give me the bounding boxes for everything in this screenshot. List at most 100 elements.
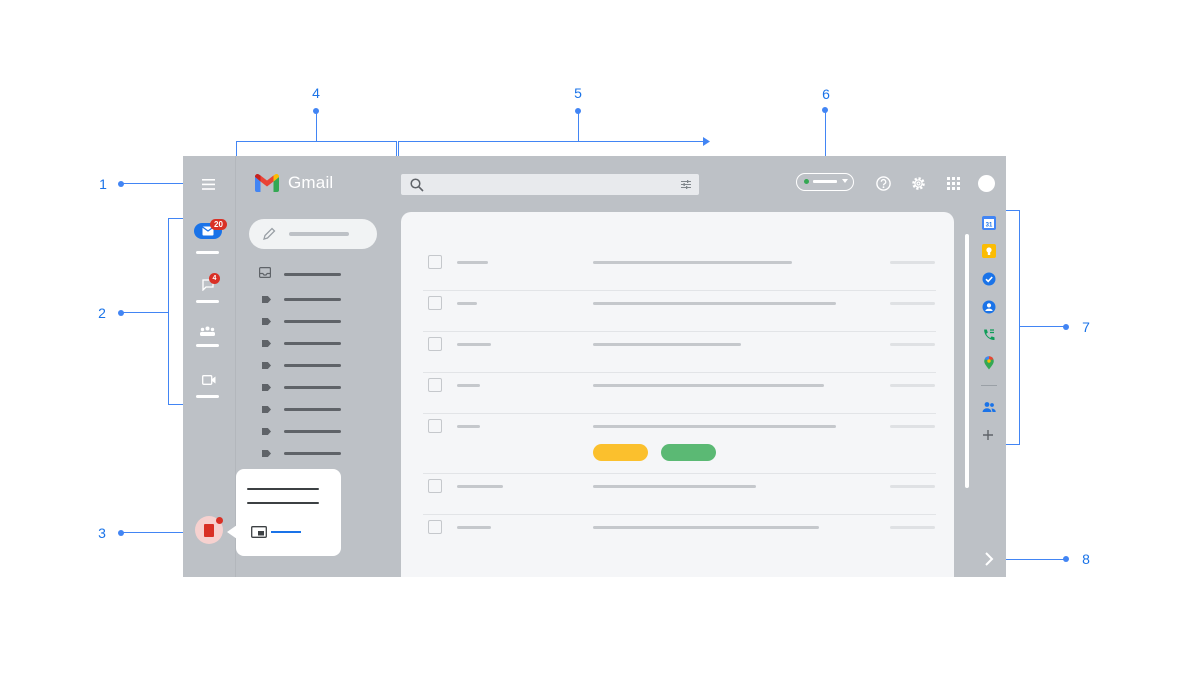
email-subject (593, 425, 836, 428)
contacts-icon[interactable] (982, 300, 996, 314)
label-item-6[interactable] (284, 408, 341, 411)
notification-popup (236, 469, 341, 556)
popup-line-2 (247, 502, 319, 504)
email-date (890, 384, 935, 387)
callout-number-7: 7 (1082, 319, 1090, 335)
help-icon[interactable] (876, 176, 891, 191)
notification-dot (216, 517, 223, 524)
apps-grid-icon[interactable] (947, 177, 960, 190)
label-item-2[interactable] (284, 320, 341, 323)
callout-number-8: 8 (1082, 551, 1090, 567)
status-selector[interactable] (796, 173, 854, 191)
email-sender (457, 425, 480, 428)
label-item-4[interactable] (284, 364, 341, 367)
compose-button[interactable] (249, 219, 377, 249)
maps-icon[interactable] (982, 356, 996, 370)
callout-bracket-5 (398, 141, 705, 142)
callout-leader-4 (316, 111, 317, 141)
row-checkbox[interactable] (428, 337, 442, 351)
email-sender (457, 485, 503, 488)
settings-icon[interactable] (911, 176, 926, 191)
callout-number-3: 3 (98, 525, 106, 541)
email-date (890, 302, 935, 305)
callout-leader-3 (121, 532, 187, 533)
inbox-label[interactable] (284, 273, 341, 276)
plus-icon[interactable] (982, 429, 996, 443)
email-date (890, 261, 935, 264)
voice-icon[interactable] (982, 328, 996, 342)
side-panel-divider (981, 385, 997, 386)
picture-in-picture-icon[interactable] (251, 526, 267, 538)
spaces-app-label (196, 344, 219, 347)
avatar[interactable] (978, 175, 995, 192)
email-row[interactable] (423, 372, 936, 414)
callout-bracket-7 (1019, 210, 1020, 445)
scrollbar[interactable] (965, 234, 969, 488)
attachment-chip[interactable] (661, 444, 716, 461)
popup-pointer (227, 525, 237, 539)
callout-leader-1 (121, 183, 187, 184)
people-icon[interactable] (982, 401, 996, 415)
email-subject (593, 384, 824, 387)
label-item-8[interactable] (284, 452, 341, 455)
chat-app-label (196, 300, 219, 303)
email-row[interactable] (423, 331, 936, 373)
callout-leader-5 (578, 111, 579, 141)
email-subject (593, 526, 819, 529)
inbox-icon[interactable] (259, 267, 271, 278)
attachment-chip[interactable] (593, 444, 648, 461)
label-item-3[interactable] (284, 342, 341, 345)
mail-unread-badge: 20 (210, 219, 227, 230)
row-checkbox[interactable] (428, 520, 442, 534)
row-checkbox[interactable] (428, 378, 442, 392)
label-item-7[interactable] (284, 430, 341, 433)
keep-icon[interactable] (982, 244, 996, 258)
callout-number-2: 2 (98, 305, 106, 321)
callout-dot-3 (118, 530, 124, 536)
email-sender (457, 302, 477, 305)
callout-leader-8 (1004, 559, 1065, 560)
email-sender (457, 526, 491, 529)
meet-icon[interactable] (202, 375, 216, 385)
chevron-down-icon (842, 179, 848, 183)
callout-arrow-5 (703, 137, 710, 146)
email-row[interactable] (423, 290, 936, 332)
row-checkbox[interactable] (428, 419, 442, 433)
email-date (890, 526, 935, 529)
email-subject (593, 485, 756, 488)
row-checkbox[interactable] (428, 296, 442, 310)
callout-dot-7 (1063, 324, 1069, 330)
chevron-right-icon[interactable] (982, 550, 996, 568)
callout-number-5: 5 (574, 85, 582, 101)
tasks-icon[interactable] (982, 272, 996, 286)
gmail-window: 20 4 Gmail 31 (183, 156, 1006, 577)
callout-leader-6 (825, 110, 826, 161)
tune-icon[interactable] (681, 180, 691, 189)
email-row[interactable] (423, 473, 936, 515)
callout-bracket-4-right (396, 141, 397, 156)
calendar-icon[interactable]: 31 (982, 216, 996, 230)
email-list (401, 212, 954, 577)
menu-icon[interactable] (202, 179, 215, 190)
label-item-5[interactable] (284, 386, 341, 389)
email-sender (457, 343, 491, 346)
row-checkbox[interactable] (428, 255, 442, 269)
label-item-1[interactable] (284, 298, 341, 301)
row-checkbox[interactable] (428, 479, 442, 493)
callout-bracket-5-left (398, 141, 399, 156)
email-sender (457, 261, 488, 264)
spaces-icon[interactable] (200, 326, 215, 336)
email-date (890, 485, 935, 488)
email-subject (593, 261, 792, 264)
search-bar[interactable] (401, 174, 699, 195)
popup-action-link[interactable] (271, 531, 301, 533)
email-sender (457, 384, 480, 387)
callout-bracket-4 (236, 141, 397, 142)
callout-bracket-2 (168, 218, 169, 405)
email-row[interactable] (423, 249, 936, 291)
email-row[interactable] (423, 514, 936, 555)
notification-icon (204, 524, 214, 537)
email-row[interactable] (423, 413, 936, 474)
email-subject (593, 343, 741, 346)
pencil-icon (263, 227, 276, 240)
